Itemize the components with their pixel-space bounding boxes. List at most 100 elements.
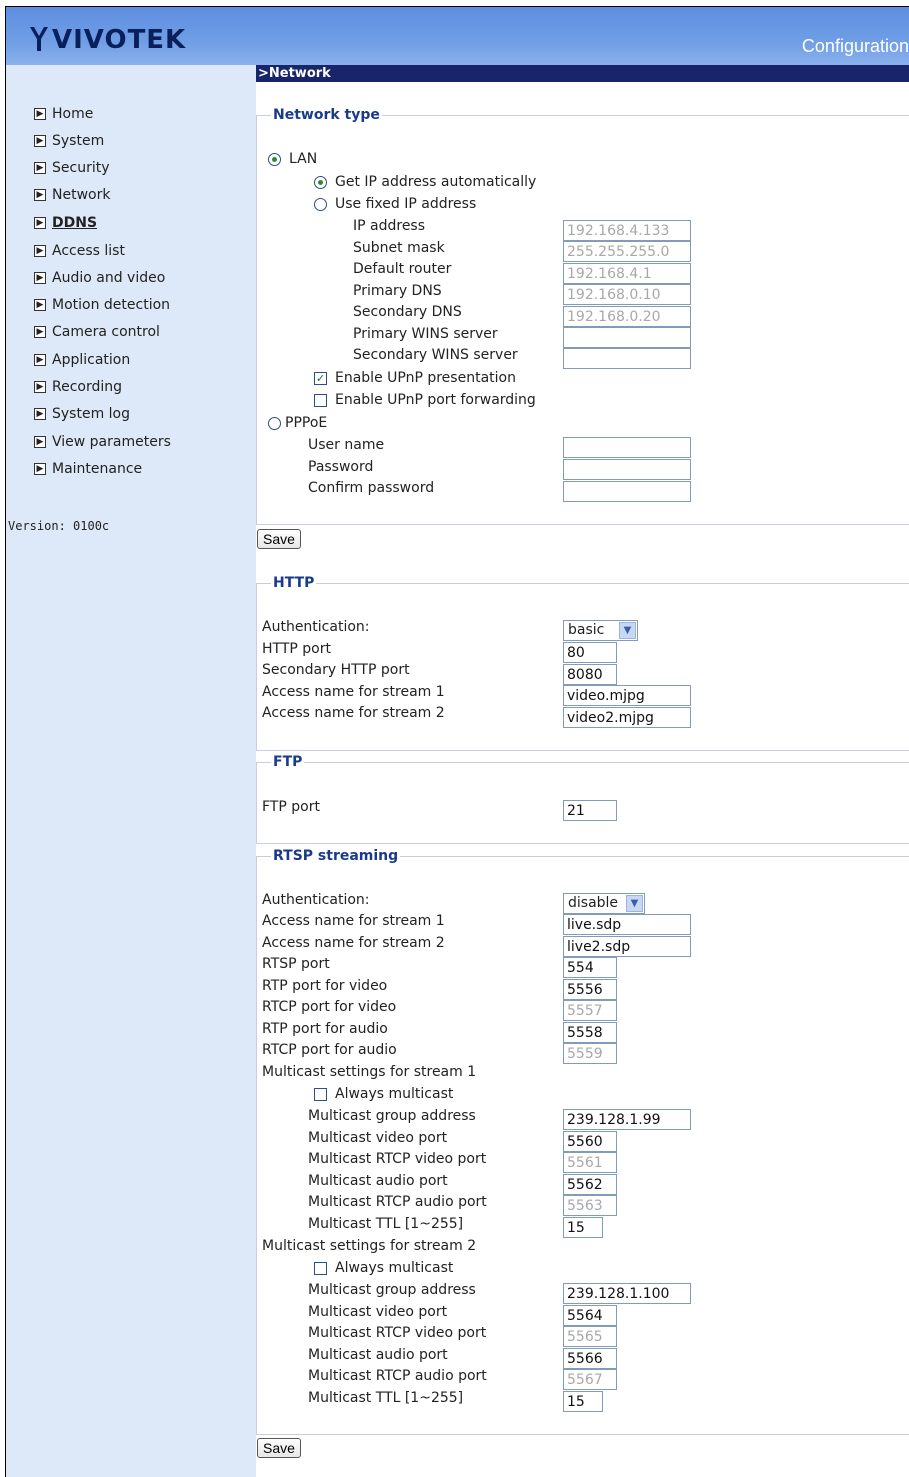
http-stream1-label: Access name for stream 1	[262, 684, 445, 700]
arrow-icon: ▶	[34, 381, 46, 393]
sidebar-item-label: System log	[52, 406, 130, 422]
rtsp-stream1-label: Access name for stream 1	[262, 913, 445, 929]
http-port-label: HTTP port	[262, 641, 331, 657]
mc2-audio-port-label: Multicast audio port	[308, 1347, 448, 1363]
mc2-group-address-label: Multicast group address	[308, 1282, 476, 1298]
http-stream1-field[interactable]	[563, 685, 691, 706]
fixed-ip-radio[interactable]	[314, 198, 327, 211]
sidebar-item-label: System	[52, 133, 105, 149]
pppoe-label: PPPoE	[285, 415, 328, 431]
mc2-rtcp-audio-port-field[interactable]	[563, 1369, 617, 1390]
logo-mark-icon	[30, 27, 48, 51]
http-stream2-field[interactable]	[563, 707, 691, 728]
user-name-field[interactable]	[563, 437, 691, 458]
sidebar-item-access-list[interactable]: ▶ Access list	[34, 240, 125, 262]
ip-address-label: IP address	[353, 218, 426, 234]
sidebar-item-recording[interactable]: ▶ Recording	[34, 376, 122, 398]
sidebar-item-system-log[interactable]: ▶ System log	[34, 403, 130, 425]
fieldset-legend: Network type	[271, 107, 382, 123]
subnet-mask-field[interactable]	[563, 241, 691, 262]
sidebar-item-view-parameters[interactable]: ▶ View parameters	[34, 431, 171, 453]
rtsp-stream1-field[interactable]	[563, 914, 691, 935]
arrow-icon: ▶	[34, 299, 46, 311]
auto-ip-radio[interactable]	[314, 176, 327, 189]
mc1-rtcp-video-port-label: Multicast RTCP video port	[308, 1151, 487, 1167]
mc1-ttl-label: Multicast TTL [1~255]	[308, 1216, 464, 1232]
fieldset-legend: HTTP	[271, 575, 317, 591]
always-multicast-1-checkbox[interactable]	[314, 1088, 327, 1101]
sidebar-item-label: Maintenance	[52, 461, 143, 477]
sidebar-item-ddns[interactable]: ▶ DDNS	[34, 212, 97, 234]
mc1-rtcp-audio-port-field[interactable]	[563, 1195, 617, 1216]
sidebar-item-application[interactable]: ▶ Application	[34, 349, 130, 371]
mc1-video-port-field[interactable]	[563, 1131, 617, 1152]
mc2-ttl-field[interactable]	[563, 1391, 603, 1412]
rtsp-auth-label: Authentication:	[262, 892, 370, 908]
secondary-dns-field[interactable]	[563, 306, 691, 327]
sidebar-item-label: Recording	[52, 379, 123, 395]
secondary-wins-field[interactable]	[563, 348, 691, 369]
always-multicast-2-checkbox[interactable]	[314, 1262, 327, 1275]
http-port-field[interactable]	[563, 642, 617, 663]
mc2-video-port-field[interactable]	[563, 1305, 617, 1326]
mc2-audio-port-field[interactable]	[563, 1348, 617, 1369]
arrow-icon: ▶	[34, 436, 46, 448]
mc1-audio-port-field[interactable]	[563, 1174, 617, 1195]
always-multicast-2-label: Always multicast	[335, 1260, 454, 1276]
rtcp-audio-port-field[interactable]	[563, 1043, 617, 1064]
rtp-video-port-field[interactable]	[563, 979, 617, 1000]
primary-wins-field[interactable]	[563, 327, 691, 348]
sidebar-item-label: Network	[52, 187, 111, 203]
save-button-bottom[interactable]: Save	[257, 1438, 301, 1458]
upnp-port-checkbox[interactable]	[314, 394, 327, 407]
http-auth-select[interactable]: basic ▼	[563, 620, 638, 641]
rtsp-port-field[interactable]	[563, 957, 617, 978]
rtp-video-port-label: RTP port for video	[262, 978, 388, 994]
rtsp-auth-select[interactable]: disable ▼	[563, 893, 645, 914]
upnp-presentation-checkbox[interactable]: ✓	[314, 372, 327, 385]
password-field[interactable]	[563, 459, 691, 480]
header-banner: VIVOTEK Configuration	[6, 7, 909, 65]
subnet-mask-label: Subnet mask	[353, 240, 445, 256]
mc2-rtcp-video-port-field[interactable]	[563, 1326, 617, 1347]
mc2-video-port-label: Multicast video port	[308, 1304, 448, 1320]
sidebar-item-maintenance[interactable]: ▶ Maintenance	[34, 458, 142, 480]
default-router-field[interactable]	[563, 263, 691, 284]
pppoe-radio[interactable]	[268, 417, 281, 430]
rtcp-video-port-field[interactable]	[563, 1000, 617, 1021]
ftp-port-field[interactable]	[563, 800, 617, 821]
rtp-audio-port-field[interactable]	[563, 1022, 617, 1043]
secondary-http-port-field[interactable]	[563, 664, 617, 685]
mc1-ttl-field[interactable]	[563, 1217, 603, 1238]
sidebar-item-security[interactable]: ▶ Security	[34, 157, 110, 179]
lan-radio[interactable]	[268, 153, 281, 166]
sidebar-item-audio-and-video[interactable]: ▶ Audio and video	[34, 267, 165, 289]
confirm-password-field[interactable]	[563, 481, 691, 502]
mc1-group-address-field[interactable]	[563, 1109, 691, 1130]
sidebar-item-camera-control[interactable]: ▶ Camera control	[34, 321, 160, 343]
arrow-icon: ▶	[34, 189, 46, 201]
mc2-group-address-field[interactable]	[563, 1283, 691, 1304]
primary-dns-field[interactable]	[563, 284, 691, 305]
sidebar-item-home[interactable]: ▶ Home	[34, 103, 93, 125]
arrow-icon: ▶	[34, 272, 46, 284]
brand-name: VIVOTEK	[52, 25, 187, 55]
mc1-rtcp-video-port-field[interactable]	[563, 1152, 617, 1173]
always-multicast-1-label: Always multicast	[335, 1086, 454, 1102]
sidebar-item-network[interactable]: ▶ Network	[34, 184, 110, 206]
arrow-icon: ▶	[34, 354, 46, 366]
arrow-icon: ▶	[34, 408, 46, 420]
user-name-label: User name	[308, 437, 385, 453]
mc1-rtcp-audio-port-label: Multicast RTCP audio port	[308, 1194, 487, 1210]
sidebar-item-system[interactable]: ▶ System	[34, 130, 104, 152]
save-button[interactable]: Save	[257, 529, 301, 549]
sidebar-item-motion-detection[interactable]: ▶ Motion detection	[34, 294, 170, 316]
arrow-icon: ▶	[34, 245, 46, 257]
chevron-down-icon: ▼	[626, 895, 643, 912]
sidebar-item-label: View parameters	[52, 434, 171, 450]
ip-address-field[interactable]	[563, 220, 691, 241]
arrow-icon: ▶	[34, 162, 46, 174]
rtsp-stream2-field[interactable]	[563, 936, 691, 957]
fixed-ip-label: Use fixed IP address	[335, 196, 477, 212]
secondary-http-port-label: Secondary HTTP port	[262, 662, 410, 678]
